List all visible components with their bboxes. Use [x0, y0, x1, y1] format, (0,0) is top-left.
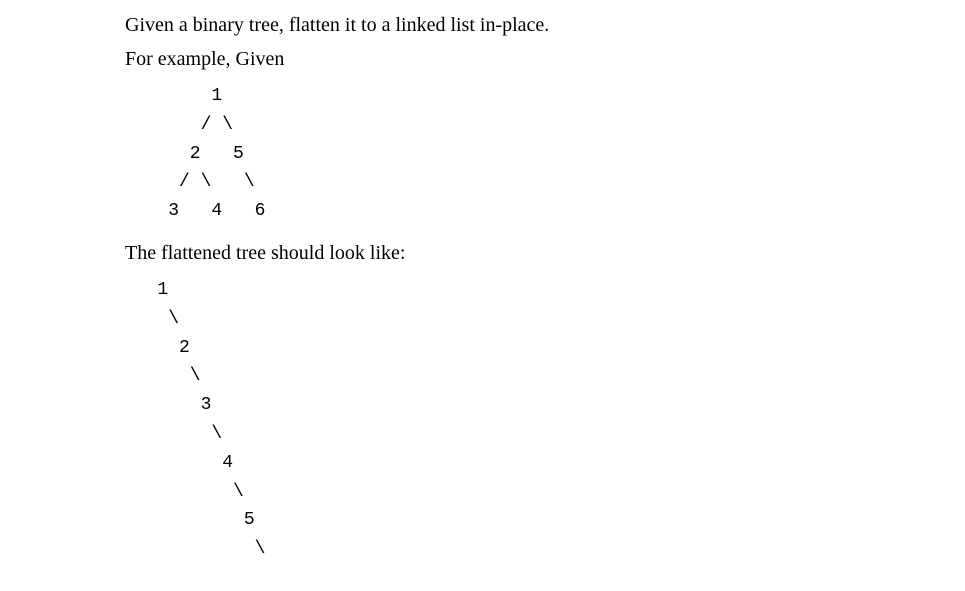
expected-output-label: The flattened tree should look like: — [125, 238, 965, 268]
output-tree-diagram: 1 \ 2 \ 3 \ 4 \ 5 \ — [125, 276, 965, 564]
problem-statement-line2: For example, Given — [125, 44, 965, 74]
input-tree-diagram: 1 / \ 2 5 / \ \ 3 4 6 — [125, 82, 965, 226]
problem-statement-line1: Given a binary tree, flatten it to a lin… — [125, 10, 965, 40]
